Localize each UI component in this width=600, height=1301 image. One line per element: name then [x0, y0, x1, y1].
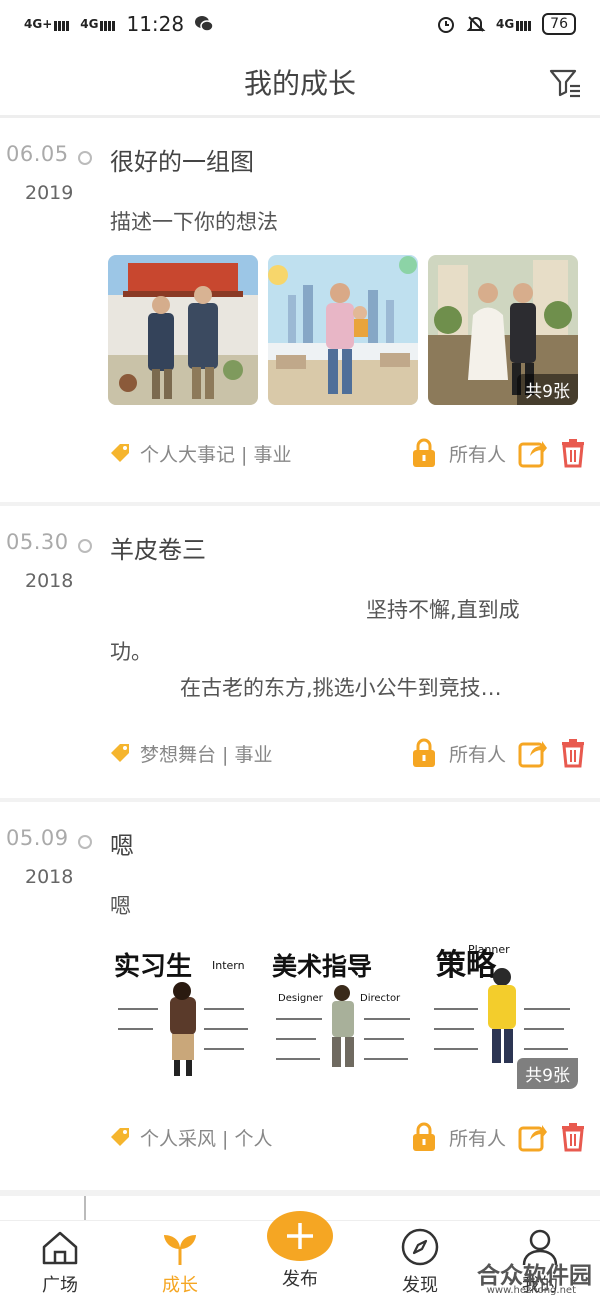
photo-thumbnail[interactable]: 策略 Planner 共9张 — [428, 939, 578, 1089]
post-tag[interactable]: 个人大事记 | 事业 — [108, 440, 291, 467]
image-count-badge: 共9张 — [517, 1058, 578, 1089]
tab-growth[interactable]: 成长 — [120, 1221, 240, 1301]
tab-label: 成长 — [162, 1275, 198, 1296]
share-icon[interactable] — [518, 738, 548, 768]
growth-post[interactable]: 05.30 2018 羊皮卷三 坚持不懈,直到成 功。 在古老的东方,挑选小公牛… — [0, 506, 600, 804]
tab-label: 广场 — [42, 1275, 78, 1296]
tag-label: 梦想舞台 | 事业 — [140, 743, 273, 766]
illustration-text: 实习生 — [114, 951, 192, 982]
delete-icon[interactable] — [560, 1122, 586, 1152]
tab-plaza[interactable]: 广场 — [0, 1221, 120, 1301]
post-title: 嗯 — [110, 832, 134, 860]
tab-publish[interactable]: 发布 — [240, 1211, 360, 1301]
post-description-line2: 功。 — [110, 640, 152, 664]
page-title: 我的成长 — [243, 66, 356, 100]
lock-icon[interactable] — [411, 738, 437, 768]
tag-icon — [111, 1128, 129, 1146]
signal-icon-3: 4G — [496, 17, 533, 31]
lock-icon[interactable] — [411, 438, 437, 468]
tag-label: 个人采风 | 个人 — [140, 1127, 273, 1150]
post-year: 2018 — [25, 866, 74, 888]
post-year: 2018 — [25, 570, 74, 592]
visibility-label[interactable]: 所有人 — [449, 740, 506, 767]
plus-icon — [287, 1223, 313, 1249]
tag-icon — [111, 444, 129, 462]
tab-discover[interactable]: 发现 — [360, 1221, 480, 1301]
filter-icon[interactable] — [548, 66, 582, 100]
post-title: 羊皮卷三 — [110, 536, 206, 564]
post-description-line1: 坚持不懈,直到成 — [366, 598, 520, 622]
post-date: 05.09 — [6, 826, 69, 850]
tag-icon — [111, 744, 129, 762]
photo-thumbnail[interactable] — [268, 255, 418, 405]
status-time: 11:28 — [126, 12, 185, 36]
photo-thumbnail[interactable]: 实习生 Intern — [108, 939, 258, 1089]
status-bar: 4G+ 4G 11:28 4G 76 — [0, 0, 600, 48]
tab-label: 发现 — [402, 1275, 438, 1296]
alarm-icon — [437, 17, 454, 33]
compass-icon — [401, 1228, 439, 1266]
illustration-subtext: Intern — [212, 959, 245, 972]
photo-thumbnail[interactable]: 美术指导 Designer Director — [268, 939, 418, 1089]
share-icon[interactable] — [518, 1122, 548, 1152]
timeline-dot — [78, 151, 92, 165]
visibility-label[interactable]: 所有人 — [449, 440, 506, 467]
timeline-dot — [78, 835, 92, 849]
battery-icon: 76 — [542, 13, 576, 35]
share-icon[interactable] — [518, 438, 548, 468]
sprout-icon — [164, 1235, 196, 1265]
tab-label: 发布 — [282, 1269, 318, 1290]
post-description: 嗯 — [110, 894, 131, 918]
post-date: 05.30 — [6, 530, 69, 554]
signal-icon: 4G+ — [24, 17, 71, 31]
post-tag[interactable]: 个人采风 | 个人 — [108, 1124, 272, 1151]
home-icon — [42, 1231, 78, 1265]
post-title: 很好的一组图 — [110, 148, 254, 176]
photo-thumbnail[interactable] — [108, 255, 258, 405]
photo-thumbnail[interactable]: 共9张 — [428, 255, 578, 405]
delete-icon[interactable] — [560, 438, 586, 468]
post-year: 2019 — [25, 182, 74, 204]
image-count-badge: 共9张 — [517, 374, 578, 405]
illustration-text: 美术指导 — [272, 952, 372, 981]
illustration-subtext: Designer — [278, 993, 324, 1004]
page-header: 我的成长 — [0, 48, 600, 118]
delete-icon[interactable] — [560, 738, 586, 768]
mute-bell-icon — [466, 16, 486, 32]
signal-icon-2: 4G — [80, 17, 117, 31]
visibility-label[interactable]: 所有人 — [449, 1124, 506, 1151]
timeline-dot — [78, 539, 92, 553]
post-tag[interactable]: 梦想舞台 | 事业 — [108, 740, 272, 767]
tag-label: 个人大事记 | 事业 — [140, 443, 292, 466]
growth-post[interactable]: 06.05 2019 很好的一组图 描述一下你的想法 共9张 个人大事记 | 事… — [0, 118, 600, 508]
watermark-url: www.hezhong.net — [486, 1285, 576, 1296]
growth-post[interactable]: 05.09 2018 嗯 嗯 实习生 Intern 美术指导 Designer … — [0, 802, 600, 1196]
illustration-subtext: Director — [360, 993, 401, 1004]
post-description-line3: 在古老的东方,挑选小公牛到竞技… — [180, 676, 502, 700]
publish-button[interactable] — [267, 1211, 333, 1261]
post-description: 描述一下你的想法 — [110, 210, 278, 234]
wechat-icon — [195, 16, 214, 32]
lock-icon[interactable] — [411, 1122, 437, 1152]
illustration-subtext: Planner — [468, 943, 510, 956]
post-date: 06.05 — [6, 142, 69, 166]
